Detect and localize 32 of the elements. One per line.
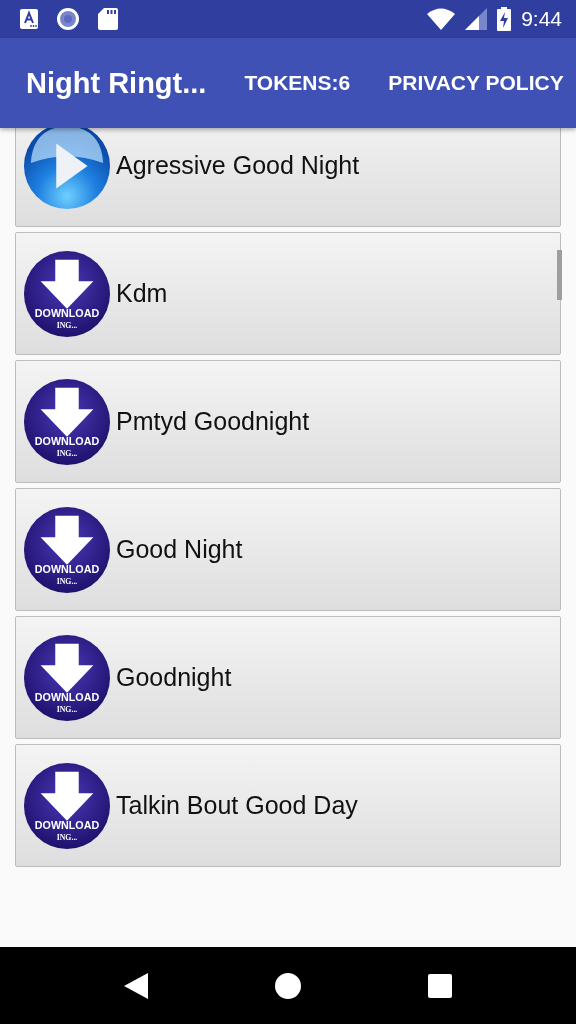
back-icon[interactable] <box>123 972 148 999</box>
recents-icon[interactable] <box>428 973 453 998</box>
ringtone-title: Talkin Bout Good Day <box>116 791 358 820</box>
ringtone-card[interactable]: DOWNLOAD ING... Goodnight <box>15 616 561 739</box>
ringtone-card[interactable]: DOWNLOAD ING... Pmtyd Goodnight <box>15 360 561 483</box>
download-icon[interactable]: DOWNLOAD ING... <box>23 761 111 850</box>
ringtone-title: Goodnight <box>116 663 232 692</box>
clock-time: 9:44 <box>521 7 562 31</box>
ringtone-card[interactable]: DOWNLOAD ING... Kdm <box>15 232 561 355</box>
ringtone-title: Good Night <box>116 535 243 564</box>
ringtone-card[interactable]: Agressive Good Night <box>15 128 561 227</box>
toolbar-action[interactable]: TOKENS:6 <box>244 71 351 95</box>
ringtone-title: Agressive Good Night <box>116 151 360 180</box>
download-icon[interactable]: DOWNLOAD ING... <box>23 633 111 722</box>
record-icon <box>56 7 80 31</box>
ringtone-card[interactable]: DOWNLOAD ING... Good Night <box>15 488 561 611</box>
keyboard-notification-icon <box>20 9 38 29</box>
wifi-icon <box>427 8 456 30</box>
ringtone-card[interactable]: DOWNLOAD ING... Talkin Bout Good Day <box>15 744 561 867</box>
app-title: Night Ringt... <box>26 66 207 100</box>
home-icon[interactable] <box>275 972 301 999</box>
ringtone-title: Kdm <box>116 279 168 308</box>
download-icon[interactable]: DOWNLOAD ING... <box>23 377 111 466</box>
sd-card-icon <box>98 8 118 30</box>
download-icon[interactable]: DOWNLOAD ING... <box>23 505 111 594</box>
download-icon[interactable]: DOWNLOAD ING... <box>23 249 111 338</box>
scroll-thumb <box>557 250 562 300</box>
toolbar-action[interactable]: PRIVACY POLICY <box>388 71 564 95</box>
play-icon[interactable] <box>23 128 111 210</box>
ringtone-title: Pmtyd Goodnight <box>116 407 310 436</box>
battery-icon <box>497 7 512 31</box>
signal-icon <box>465 8 488 30</box>
